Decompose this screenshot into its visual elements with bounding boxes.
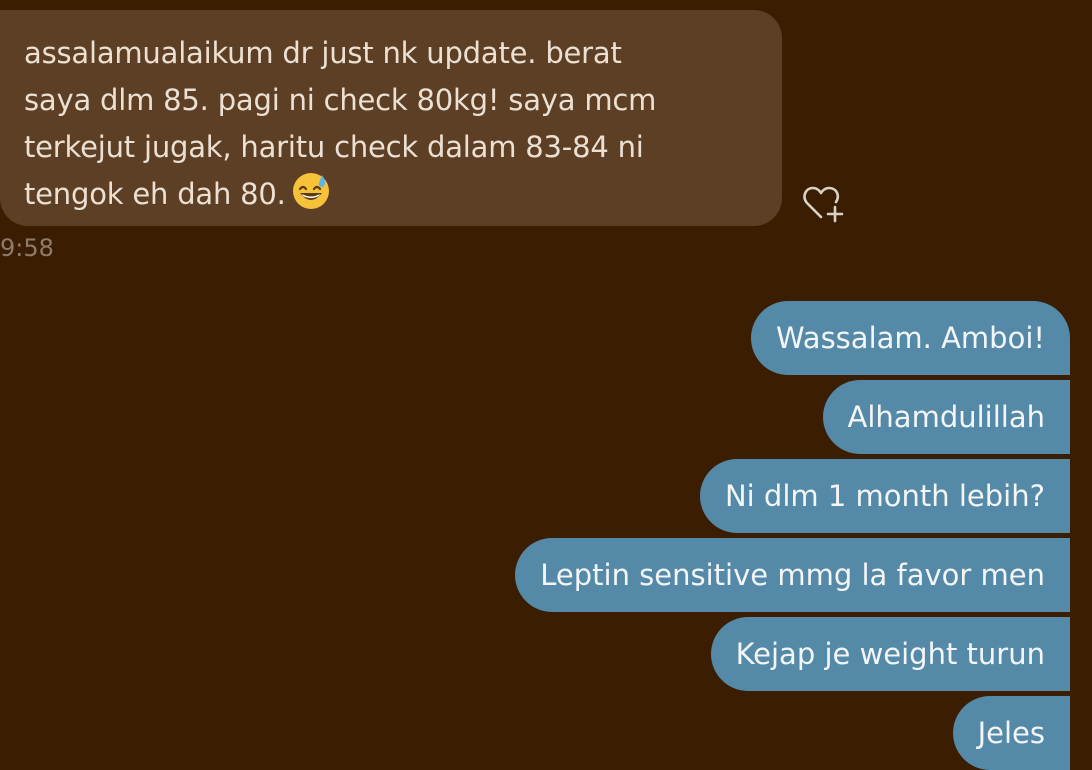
message-timestamp: 9:58: [0, 234, 54, 262]
outgoing-message-bubble[interactable]: Kejap je weight turun: [710, 617, 1070, 691]
incoming-message-bubble[interactable]: assalamualaikum dr just nk update. berat…: [0, 10, 782, 226]
heart-plus-icon[interactable]: [802, 183, 848, 223]
chat-thread: assalamualaikum dr just nk update. berat…: [0, 0, 1092, 770]
outgoing-message-bubble[interactable]: Ni dlm 1 month lebih?: [699, 459, 1070, 533]
incoming-message-text: assalamualaikum dr just nk update. berat…: [24, 30, 758, 224]
grinning-face-with-sweat-emoji: [292, 172, 330, 224]
outgoing-message-bubble[interactable]: Wassalam. Amboi!: [750, 301, 1070, 375]
outgoing-message-bubble[interactable]: Jeles: [952, 696, 1070, 770]
outgoing-message-bubble[interactable]: Leptin sensitive mmg la favor men: [515, 538, 1070, 612]
outgoing-message-bubble[interactable]: Alhamdulillah: [822, 380, 1070, 454]
